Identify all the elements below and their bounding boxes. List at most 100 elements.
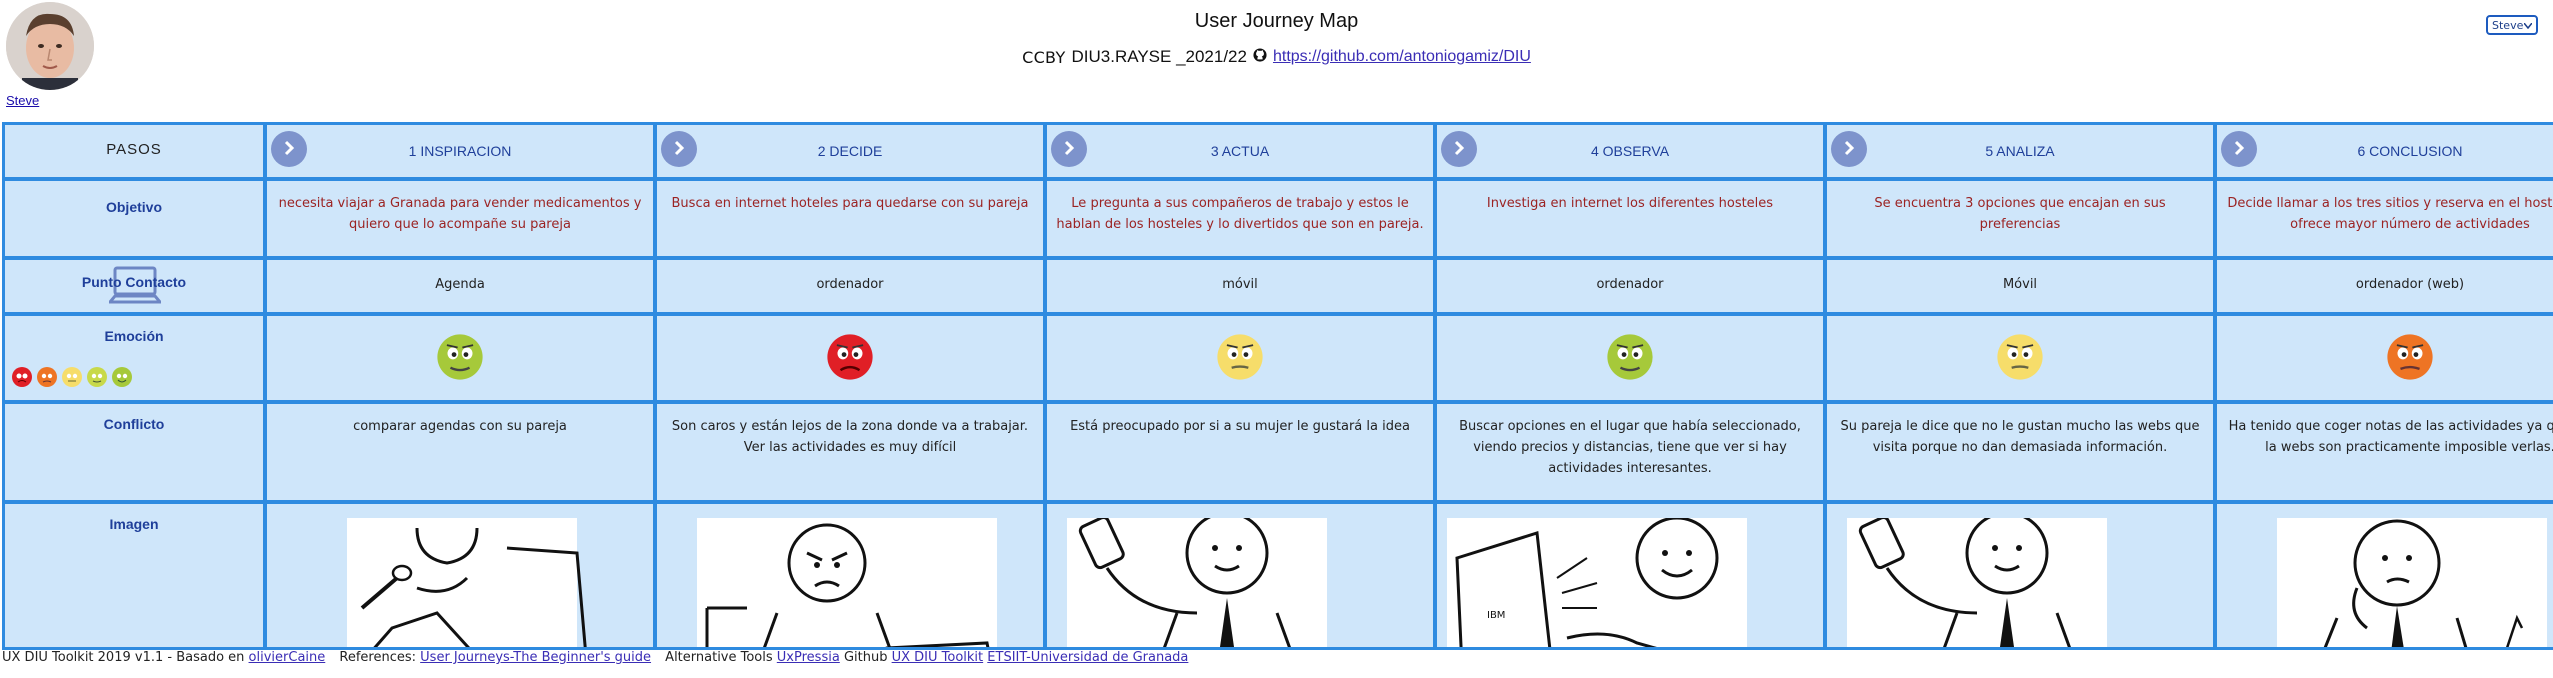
person-angry-laptop-illustration [697, 518, 997, 647]
emotion-cell [657, 316, 1043, 400]
footer-references-label: References: [339, 650, 417, 665]
repo-link[interactable]: https://github.com/antoniogamiz/DIU [1273, 48, 1531, 66]
contacto-text: móvil [1047, 260, 1433, 312]
emotion-cell [1047, 316, 1433, 400]
chevron-right-icon [670, 139, 688, 160]
person-thinking-illustration [2277, 518, 2547, 647]
license-label: CCBY [1022, 47, 1066, 67]
step-next-button[interactable] [1051, 131, 1087, 167]
chevron-right-icon [2230, 139, 2248, 160]
illustration-cell [1047, 504, 1433, 647]
contacto-text: ordenador [1437, 260, 1823, 312]
angry-face-icon [11, 366, 33, 391]
step-title: 4 OBSERVA [1590, 143, 1670, 159]
page-title: User Journey Map [1194, 10, 1359, 32]
step-title: 5 ANALIZA [1985, 143, 2055, 159]
page-subtitle: CCBY DIU3.RAYSE _2021/22 https://github.… [0, 47, 2553, 67]
upset-face-icon [36, 366, 58, 391]
chevron-right-icon [280, 139, 298, 160]
contacto-text: ordenador [657, 260, 1043, 312]
objetivo-text: Decide llamar a los tres sitios y reserv… [2217, 181, 2553, 256]
objetivo-text: necesita viajar a Granada para vender me… [267, 181, 653, 256]
contacto-text: ordenador (web) [2217, 260, 2553, 312]
footer-github-label: Github [843, 650, 888, 665]
user-select-value: Steve [2492, 18, 2524, 32]
emotion-cell [1437, 316, 1823, 400]
step-header-2: 2 DECIDE [657, 125, 1043, 177]
footer-alt-tools-label: Alternative Tools [665, 650, 773, 665]
row-label-pasos: PASOS [5, 125, 263, 177]
emotion-cell [267, 316, 653, 400]
illustration-cell [1827, 504, 2213, 647]
person-writing-illustration [347, 518, 587, 647]
chevron-right-icon [1060, 139, 1078, 160]
happy-face-icon [111, 366, 133, 391]
upset-face-icon [2385, 332, 2435, 400]
emotion-cell [1827, 316, 2213, 400]
row-label-text: Punto Contacto [81, 274, 187, 290]
objetivo-text: Se encuentra 3 opciones que encajan en s… [1827, 181, 2213, 256]
content-face-icon [86, 366, 108, 391]
illustration-cell [657, 504, 1043, 647]
step-next-button[interactable] [271, 131, 307, 167]
conflicto-text: Su pareja le dice que no le gustan mucho… [1827, 404, 2213, 500]
objetivo-text: Busca en internet hoteles para quedarse … [657, 181, 1043, 256]
footer-toolkit-link[interactable]: olivierCaine [249, 650, 326, 665]
conflicto-text: Buscar opciones en el lugar que había se… [1437, 404, 1823, 500]
row-label-emocion: Emoción [5, 316, 263, 400]
journey-map-grid: PASOS 1 INSPIRACION 2 DECIDE 3 ACTUA 4 O… [2, 122, 2553, 650]
step-next-button[interactable] [661, 131, 697, 167]
neutral-face-icon [1215, 332, 1265, 400]
svg-text:IBM: IBM [1487, 610, 1505, 621]
happy-face-icon [435, 332, 485, 400]
row-label-imagen: Imagen [5, 504, 263, 647]
user-select[interactable]: Steve [2486, 15, 2538, 35]
step-title: 2 DECIDE [817, 143, 883, 159]
user-name-link[interactable]: Steve [6, 93, 39, 108]
person-phone-illustration [1067, 518, 1327, 647]
neutral-face-icon [1995, 332, 2045, 400]
footer: UX DIU Toolkit 2019 v1.1 - Basado en oli… [2, 650, 1188, 665]
emotion-scale [11, 366, 133, 391]
illustration-cell: IBM [1437, 504, 1823, 647]
illustration-cell [267, 504, 653, 647]
row-label-punto-contacto: Punto Contacto [5, 260, 263, 312]
step-title: 3 ACTUA [1210, 143, 1270, 159]
chevron-right-icon [1840, 139, 1858, 160]
step-next-button[interactable] [1831, 131, 1867, 167]
angry-face-icon [825, 332, 875, 400]
illustration-cell [2217, 504, 2553, 647]
footer-references-link[interactable]: User Journeys-The Beginner's guide [420, 650, 651, 665]
step-next-button[interactable] [2221, 131, 2257, 167]
footer-etsiit-link[interactable]: ETSIIT-Universidad de Granada [987, 650, 1188, 665]
footer-alt-tools-link[interactable]: UxPressia [777, 650, 840, 665]
row-label-conflicto: Conflicto [5, 404, 263, 500]
neutral-face-icon [61, 366, 83, 391]
step-header-1: 1 INSPIRACION [267, 125, 653, 177]
github-icon [1253, 47, 1267, 67]
row-label-text: Emoción [104, 328, 164, 344]
objetivo-text: Le pregunta a sus compañeros de trabajo … [1047, 181, 1433, 256]
step-next-button[interactable] [1441, 131, 1477, 167]
objetivo-text: Investiga en internet los diferentes hos… [1437, 181, 1823, 256]
step-title: 1 INSPIRACION [408, 143, 512, 159]
step-title: 6 CONCLUSION [2357, 143, 2463, 159]
step-header-3: 3 ACTUA [1047, 125, 1433, 177]
chevron-down-icon [2523, 19, 2533, 32]
emotion-cell [2217, 316, 2553, 400]
contacto-text: Móvil [1827, 260, 2213, 312]
conflicto-text: Son caros y están lejos de la zona donde… [657, 404, 1043, 500]
row-label-objetivo: Objetivo [5, 181, 263, 256]
conflicto-text: Ha tenido que coger notas de las activid… [2217, 404, 2553, 500]
chevron-right-icon [1450, 139, 1468, 160]
footer-toolkit-text: UX DIU Toolkit 2019 v1.1 - Basado en [2, 650, 245, 665]
contacto-text: Agenda [267, 260, 653, 312]
footer-github-link[interactable]: UX DIU Toolkit [892, 650, 984, 665]
course-label: DIU3.RAYSE _2021/22 [1071, 47, 1247, 66]
step-header-4: 4 OBSERVA [1437, 125, 1823, 177]
conflicto-text: comparar agendas con su pareja [267, 404, 653, 500]
happy-face-icon [1605, 332, 1655, 400]
step-header-5: 5 ANALIZA [1827, 125, 2213, 177]
conflicto-text: Está preocupado por si a su mujer le gus… [1047, 404, 1433, 500]
step-header-6: 6 CONCLUSION [2217, 125, 2553, 177]
